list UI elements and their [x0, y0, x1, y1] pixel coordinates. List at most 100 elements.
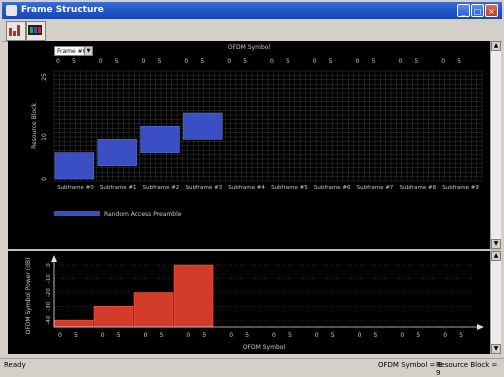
- symbol-tick: 5: [72, 58, 76, 65]
- symbol-tick: 0: [142, 58, 146, 65]
- status-ready: Ready: [4, 361, 26, 369]
- symbol-tick: 0: [358, 332, 362, 339]
- symbol-tick: 5: [329, 58, 333, 65]
- window-title: Frame Structure: [21, 5, 104, 15]
- power-ytick-label: -40: [46, 315, 52, 324]
- subframe-label: Subframe #2: [143, 185, 180, 191]
- symbol-tick: 5: [288, 332, 292, 339]
- y-axis-label: OFDM Symbol Power (dB): [25, 258, 32, 335]
- power-plot: 0 -10 -20 -30 -40 0 5 0 5 0 5 0 5 0 5 0 5 0 5 0 5 0 5 0 5 OFDM Sy…: [8, 251, 490, 354]
- symbol-tick: 5: [416, 332, 420, 339]
- symbol-tick: 5: [457, 58, 461, 65]
- symbol-tick: 0: [270, 58, 274, 65]
- scroll-down-arrow[interactable]: ▼: [491, 344, 501, 354]
- subframe-label: Subframe #3: [185, 185, 222, 191]
- symbol-tick: 0: [99, 58, 103, 65]
- ytick-label: 10: [41, 133, 48, 141]
- bar-chart-button[interactable]: [6, 21, 26, 41]
- symbol-tick: 0: [144, 332, 148, 339]
- scroll-down-arrow[interactable]: ▼: [491, 239, 501, 249]
- symbol-tick: 0: [186, 332, 190, 339]
- power-bar: [93, 306, 134, 328]
- symbol-tick: 0: [227, 58, 231, 65]
- power-ytick-label: -20: [46, 288, 52, 297]
- resource-grid-plot: OFDM Symbol 0 5 0 5 0 5 0 5 0 5 0 5 0 5 0 5 0 5 0 5 0 10 25 Reso…: [8, 41, 490, 249]
- symbol-tick: 5: [374, 332, 378, 339]
- status-ofdm-symbol: OFDM Symbol = 8: [378, 361, 443, 369]
- subframe-label: Subframe #5: [271, 185, 308, 191]
- scroll-up-arrow[interactable]: ▲: [491, 41, 501, 51]
- symbol-tick: 5: [200, 58, 204, 65]
- preamble-block: [54, 152, 95, 180]
- preamble-block: [140, 125, 180, 153]
- resource-grid-svg: OFDM Symbol 0 5 0 5 0 5 0 5 0 5 0 5 0 5 0 5 0 5 0 5 0 10 25 Reso…: [31, 44, 483, 218]
- symbol-tick: 0: [398, 58, 402, 65]
- top-plot-scrollbar[interactable]: ▲ ▼: [490, 41, 501, 249]
- legend-label: Random Access Preamble: [104, 211, 182, 218]
- symbol-tick: 0: [400, 332, 404, 339]
- app-icon: [6, 5, 17, 16]
- scroll-up-arrow[interactable]: ▲: [491, 251, 501, 261]
- symbol-tick: 5: [414, 58, 418, 65]
- y-axis-arrow: [51, 255, 57, 262]
- maximize-button[interactable]: □: [471, 4, 484, 17]
- bottom-plot-scrollbar[interactable]: ▲ ▼: [490, 251, 501, 354]
- frame-grid-icon: [28, 25, 42, 35]
- ofdm-symbol-header: OFDM Symbol: [228, 44, 271, 51]
- symbol-tick: 5: [331, 332, 335, 339]
- subframe-label: Subframe #6: [314, 185, 351, 191]
- minimize-button[interactable]: _: [457, 4, 470, 17]
- power-bar: [173, 264, 214, 328]
- symbol-tick: 0: [58, 332, 62, 339]
- symbol-tick: 5: [459, 332, 463, 339]
- power-ytick-label: -30: [46, 301, 52, 310]
- power-ytick-label: -10: [46, 274, 52, 283]
- symbol-tick: 0: [313, 58, 317, 65]
- status-resource-block: Resource Block = 9: [436, 361, 498, 377]
- legend-swatch: [54, 211, 100, 216]
- symbol-tick: 0: [229, 332, 233, 339]
- frame-structure-window: Frame Structure _ □ × OFDM Symbol 0 5 0 5 0 5 0…: [0, 0, 504, 377]
- power-ytick-label: 0: [46, 263, 52, 267]
- power-bar: [53, 319, 94, 328]
- preamble-block: [183, 112, 223, 140]
- symbol-tick: 0: [356, 58, 360, 65]
- symbol-tick: 5: [245, 332, 249, 339]
- subframe-label: Subframe #8: [399, 185, 436, 191]
- y-axis-label: Resource Block: [31, 103, 38, 149]
- symbol-tick: 5: [286, 58, 290, 65]
- bar-chart-icon: [9, 25, 20, 36]
- subframe-label: Subframe #7: [357, 185, 394, 191]
- close-button[interactable]: ×: [485, 4, 498, 17]
- symbol-tick: 0: [441, 58, 445, 65]
- symbol-tick: 0: [56, 58, 60, 65]
- power-bar: [133, 292, 174, 328]
- symbol-tick: 0: [101, 332, 105, 339]
- x-axis-arrow: [477, 324, 484, 330]
- symbol-tick: 0: [272, 332, 276, 339]
- ytick-label: 25: [41, 73, 48, 81]
- symbol-tick: 5: [74, 332, 78, 339]
- symbol-tick: 5: [202, 332, 206, 339]
- subframe-label: Subframe #9: [442, 185, 479, 191]
- symbol-tick: 5: [117, 332, 121, 339]
- subframe-label: Subframe #4: [228, 185, 265, 191]
- status-bar: Ready OFDM Symbol = 8 Resource Block = 9: [0, 358, 504, 377]
- subframe-label: Subframe #0: [57, 185, 94, 191]
- toolbar: [2, 19, 502, 42]
- frame-select-dropdown-button[interactable]: ▼: [84, 46, 93, 56]
- symbol-tick: 5: [372, 58, 376, 65]
- title-bar[interactable]: Frame Structure _ □ ×: [2, 2, 502, 19]
- power-chart-svg: 0-10-20-30-400 5 0 5 0 5 0 5 0 5 0 5 0 5 0 5 0 5 0 5OFDM Sy…: [25, 255, 484, 351]
- preamble-block: [97, 139, 137, 167]
- symbol-tick: 5: [115, 58, 119, 65]
- frame-grid-button[interactable]: [26, 21, 46, 41]
- symbol-tick: 0: [315, 332, 319, 339]
- symbol-tick: 5: [160, 332, 164, 339]
- symbol-tick: 5: [243, 58, 247, 65]
- symbol-tick: 0: [443, 332, 447, 339]
- x-axis-label: OFDM Symbol: [243, 344, 286, 351]
- symbol-tick: 0: [184, 58, 188, 65]
- symbol-tick: 5: [158, 58, 162, 65]
- subframe-label: Subframe #1: [100, 185, 137, 191]
